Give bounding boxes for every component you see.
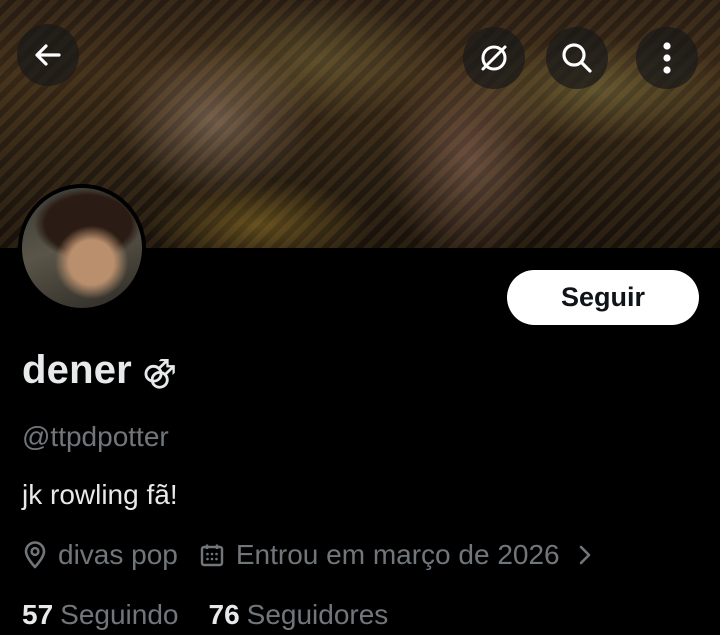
- more-vertical-icon: [663, 42, 671, 74]
- handle: @ttpdpotter: [22, 421, 169, 452]
- follow-stats: 57 Seguindo 76 Seguidores: [22, 599, 388, 631]
- back-button[interactable]: [17, 24, 79, 86]
- follow-button[interactable]: Seguir: [507, 270, 699, 325]
- following-stat[interactable]: 57 Seguindo: [22, 599, 179, 631]
- display-name: dener: [22, 348, 132, 392]
- search-icon: [562, 43, 592, 73]
- profile-meta: divas pop Entrou em março de 2026: [22, 539, 594, 571]
- following-count: 57: [22, 599, 54, 630]
- name-symbol: ⚣: [141, 352, 177, 389]
- arrow-left-icon: [35, 44, 61, 66]
- grok-button[interactable]: [463, 27, 525, 89]
- following-label: Seguindo: [60, 599, 179, 630]
- followers-stat[interactable]: 76 Seguidores: [209, 599, 389, 631]
- grok-icon: [481, 45, 507, 71]
- more-button[interactable]: [636, 27, 698, 89]
- calendar-icon: [200, 544, 224, 567]
- join-date[interactable]: Entrou em março de 2026: [200, 539, 594, 571]
- search-button[interactable]: [546, 27, 608, 89]
- location-text: divas pop: [58, 539, 178, 570]
- followers-count: 76: [208, 599, 240, 630]
- join-date-text: Entrou em março de 2026: [235, 539, 560, 570]
- display-name-row: dener ⚣: [22, 348, 177, 393]
- chevron-right-icon: [579, 545, 590, 565]
- location: divas pop: [22, 539, 178, 571]
- bio: jk rowling fã!: [22, 479, 178, 510]
- followers-label: Seguidores: [246, 599, 389, 630]
- location-pin-icon: [24, 541, 46, 569]
- avatar[interactable]: [18, 184, 146, 312]
